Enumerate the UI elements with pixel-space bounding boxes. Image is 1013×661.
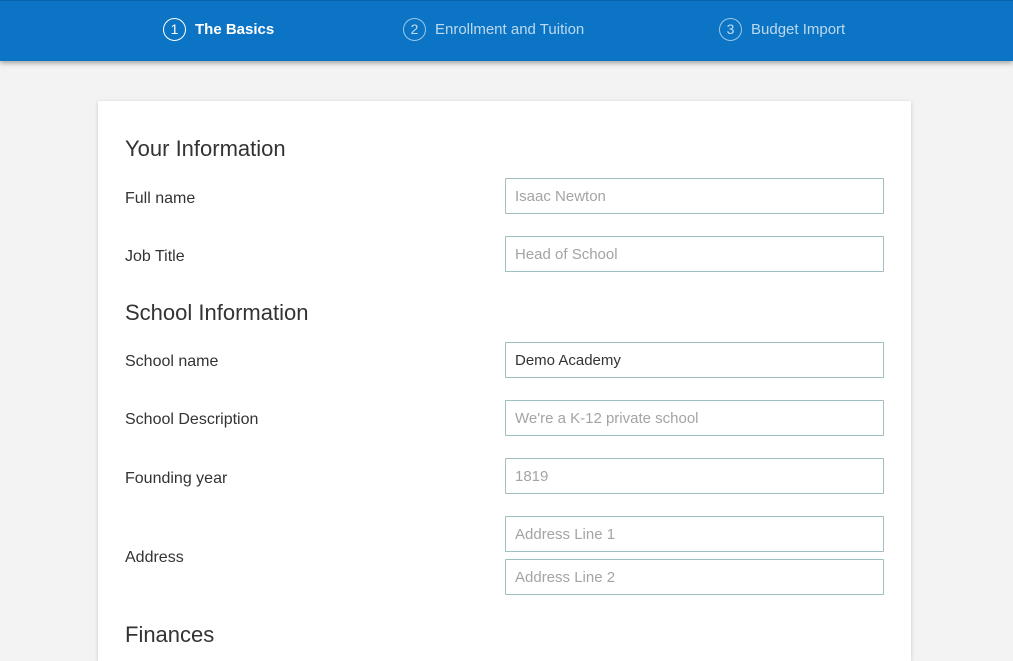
founding-year-input[interactable] [505, 458, 884, 494]
job-title-label: Job Title [125, 248, 185, 265]
step-label: Enrollment and Tuition [435, 20, 585, 38]
step-number-circle: 1 [163, 17, 186, 41]
step-budget-import[interactable]: 3 Budget Import [719, 17, 845, 41]
step-label: Budget Import [751, 20, 846, 38]
founding-year-label: Founding year [125, 470, 228, 487]
wizard-header: 1 The Basics 2 Enrollment and Tuition 3 … [0, 0, 1013, 61]
step-number-circle: 3 [719, 17, 742, 41]
school-description-input[interactable] [505, 400, 884, 436]
section-title-school-information: School Information [125, 300, 309, 325]
school-name-label: School name [125, 353, 219, 370]
step-label: The Basics [195, 20, 275, 38]
step-number-circle: 2 [403, 17, 426, 41]
address-line-1-input[interactable] [505, 516, 884, 552]
full-name-input[interactable] [505, 178, 884, 214]
form-card: Your Information Full name Job Title Sch… [98, 101, 911, 661]
school-name-input[interactable] [505, 342, 884, 378]
full-name-label: Full name [125, 190, 196, 207]
address-line-2-input[interactable] [505, 559, 884, 595]
school-description-label: School Description [125, 411, 259, 428]
job-title-input[interactable] [505, 236, 884, 272]
section-title-your-information: Your Information [125, 136, 286, 161]
section-title-finances: Finances [125, 622, 215, 647]
step-the-basics[interactable]: 1 The Basics [163, 17, 274, 41]
address-label: Address [125, 549, 184, 566]
step-enrollment-and-tuition[interactable]: 2 Enrollment and Tuition [403, 17, 584, 41]
